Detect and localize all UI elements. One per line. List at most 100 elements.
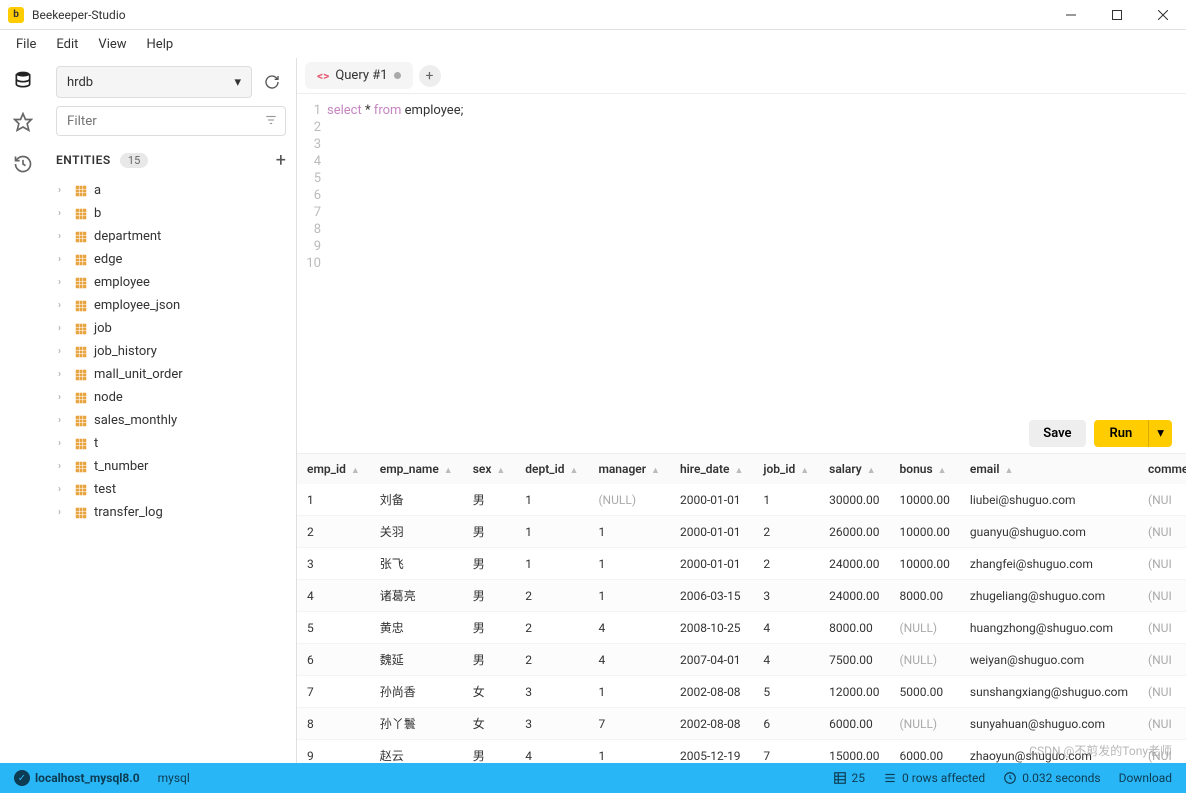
star-icon[interactable] bbox=[11, 110, 35, 134]
cell[interactable]: 2 bbox=[753, 548, 819, 580]
entity-item[interactable]: ›mall_unit_order bbox=[56, 363, 286, 386]
cell[interactable]: 4 bbox=[515, 740, 588, 764]
cell[interactable]: zhugeliang@shuguo.com bbox=[960, 580, 1138, 612]
cell[interactable]: 24000.00 bbox=[819, 580, 889, 612]
cell[interactable]: (NUI bbox=[1138, 644, 1186, 676]
cell[interactable]: 1 bbox=[515, 548, 588, 580]
history-icon[interactable] bbox=[11, 152, 35, 176]
cell[interactable]: zhangfei@shuguo.com bbox=[960, 548, 1138, 580]
cell[interactable]: 4 bbox=[753, 612, 819, 644]
cell[interactable]: (NUI bbox=[1138, 580, 1186, 612]
entity-item[interactable]: ›sales_monthly bbox=[56, 409, 286, 432]
cell[interactable]: 1 bbox=[588, 548, 670, 580]
cell[interactable]: (NUI bbox=[1138, 676, 1186, 708]
cell[interactable]: (NUI bbox=[1138, 708, 1186, 740]
column-header[interactable]: commen ▲ bbox=[1138, 454, 1186, 484]
cell[interactable]: 9 bbox=[297, 740, 370, 764]
entity-item[interactable]: ›test bbox=[56, 478, 286, 501]
column-header[interactable]: email ▲ bbox=[960, 454, 1138, 484]
entity-item[interactable]: ›job bbox=[56, 317, 286, 340]
add-entity-button[interactable]: + bbox=[276, 150, 286, 171]
cell[interactable]: (NUI bbox=[1138, 548, 1186, 580]
cell[interactable]: huangzhong@shuguo.com bbox=[960, 612, 1138, 644]
cell[interactable]: (NULL) bbox=[588, 484, 670, 516]
run-dropdown-button[interactable]: ▾ bbox=[1148, 420, 1172, 447]
entity-item[interactable]: ›transfer_log bbox=[56, 501, 286, 524]
cell[interactable]: guanyu@shuguo.com bbox=[960, 516, 1138, 548]
cell[interactable]: 2000-01-01 bbox=[670, 516, 753, 548]
column-header[interactable]: emp_id ▲ bbox=[297, 454, 370, 484]
column-header[interactable]: bonus ▲ bbox=[890, 454, 960, 484]
cell[interactable]: 1 bbox=[588, 516, 670, 548]
cell[interactable]: 8000.00 bbox=[890, 580, 960, 612]
cell[interactable]: 关羽 bbox=[370, 516, 463, 548]
cell[interactable]: 1 bbox=[515, 484, 588, 516]
cell[interactable]: 15000.00 bbox=[819, 740, 889, 764]
cell[interactable]: 1 bbox=[588, 676, 670, 708]
entity-item[interactable]: ›b bbox=[56, 202, 286, 225]
close-button[interactable] bbox=[1140, 0, 1186, 30]
table-row[interactable]: 2关羽男112000-01-01226000.0010000.00guanyu@… bbox=[297, 516, 1186, 548]
cell[interactable]: 张飞 bbox=[370, 548, 463, 580]
cell[interactable]: 男 bbox=[463, 516, 516, 548]
database-icon[interactable] bbox=[11, 68, 35, 92]
cell[interactable]: 30000.00 bbox=[819, 484, 889, 516]
cell[interactable]: 2000-01-01 bbox=[670, 548, 753, 580]
cell[interactable]: 12000.00 bbox=[819, 676, 889, 708]
cell[interactable]: 2 bbox=[515, 644, 588, 676]
cell[interactable]: 4 bbox=[297, 580, 370, 612]
table-row[interactable]: 5黄忠男242008-10-2548000.00(NULL)huangzhong… bbox=[297, 612, 1186, 644]
sql-editor[interactable]: 12345678910 select * from employee; bbox=[297, 94, 1186, 414]
cell[interactable]: 1 bbox=[588, 740, 670, 764]
column-header[interactable]: manager ▲ bbox=[588, 454, 670, 484]
maximize-button[interactable] bbox=[1094, 0, 1140, 30]
cell[interactable]: 7 bbox=[753, 740, 819, 764]
entity-item[interactable]: ›t_number bbox=[56, 455, 286, 478]
cell[interactable]: (NULL) bbox=[890, 612, 960, 644]
cell[interactable]: 3 bbox=[515, 676, 588, 708]
cell[interactable]: 1 bbox=[515, 516, 588, 548]
menu-edit[interactable]: Edit bbox=[48, 33, 86, 56]
cell[interactable]: 5000.00 bbox=[890, 676, 960, 708]
cell[interactable]: 魏延 bbox=[370, 644, 463, 676]
cell[interactable]: 2 bbox=[297, 516, 370, 548]
menu-help[interactable]: Help bbox=[139, 33, 182, 56]
entity-item[interactable]: ›job_history bbox=[56, 340, 286, 363]
cell[interactable]: 8000.00 bbox=[819, 612, 889, 644]
cell[interactable]: 孙尚香 bbox=[370, 676, 463, 708]
cell[interactable]: 男 bbox=[463, 580, 516, 612]
cell[interactable]: sunshangxiang@shuguo.com bbox=[960, 676, 1138, 708]
cell[interactable]: 1 bbox=[753, 484, 819, 516]
refresh-button[interactable] bbox=[258, 68, 286, 96]
menu-file[interactable]: File bbox=[8, 33, 44, 56]
results-panel[interactable]: emp_id ▲emp_name ▲sex ▲dept_id ▲manager … bbox=[297, 453, 1186, 763]
cell[interactable]: (NULL) bbox=[890, 708, 960, 740]
cell[interactable]: liubei@shuguo.com bbox=[960, 484, 1138, 516]
cell[interactable]: (NUI bbox=[1138, 516, 1186, 548]
cell[interactable]: 6000.00 bbox=[819, 708, 889, 740]
cell[interactable]: 男 bbox=[463, 548, 516, 580]
cell[interactable]: 3 bbox=[753, 580, 819, 612]
cell[interactable]: 男 bbox=[463, 484, 516, 516]
cell[interactable]: 24000.00 bbox=[819, 548, 889, 580]
cell[interactable]: 2 bbox=[515, 580, 588, 612]
cell[interactable]: 5 bbox=[753, 676, 819, 708]
cell[interactable]: weiyan@shuguo.com bbox=[960, 644, 1138, 676]
cell[interactable]: 1 bbox=[297, 484, 370, 516]
cell[interactable]: 10000.00 bbox=[890, 548, 960, 580]
cell[interactable]: 女 bbox=[463, 676, 516, 708]
cell[interactable]: 1 bbox=[588, 580, 670, 612]
cell[interactable]: 26000.00 bbox=[819, 516, 889, 548]
table-row[interactable]: 1刘备男1(NULL)2000-01-01130000.0010000.00li… bbox=[297, 484, 1186, 516]
table-row[interactable]: 7孙尚香女312002-08-08512000.005000.00sunshan… bbox=[297, 676, 1186, 708]
cell[interactable]: 孙丫鬟 bbox=[370, 708, 463, 740]
cell[interactable]: 刘备 bbox=[370, 484, 463, 516]
cell[interactable]: 赵云 bbox=[370, 740, 463, 764]
cell[interactable]: 2007-04-01 bbox=[670, 644, 753, 676]
cell[interactable]: 3 bbox=[297, 548, 370, 580]
cell[interactable]: 6000.00 bbox=[890, 740, 960, 764]
cell[interactable]: 2002-08-08 bbox=[670, 676, 753, 708]
cell[interactable]: 7 bbox=[297, 676, 370, 708]
cell[interactable]: 10000.00 bbox=[890, 516, 960, 548]
column-header[interactable]: salary ▲ bbox=[819, 454, 889, 484]
